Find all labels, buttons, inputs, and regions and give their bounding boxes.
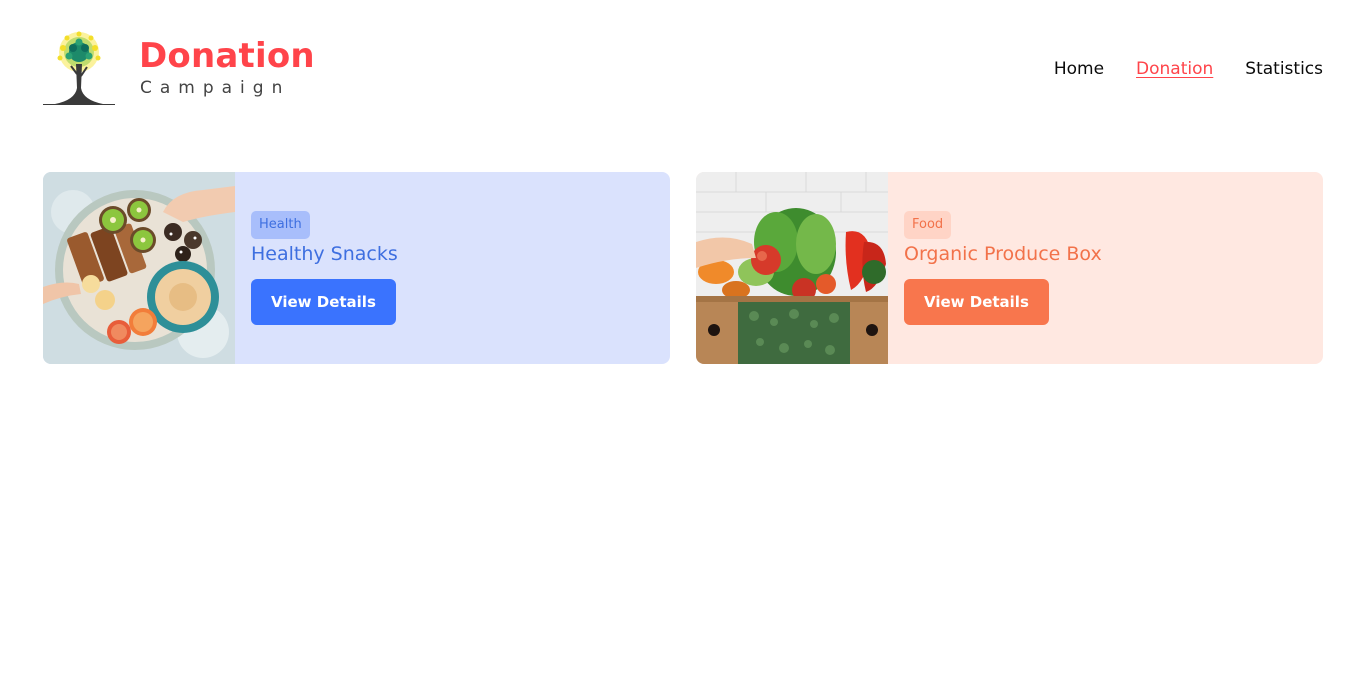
brand-logo-text[interactable]: Donation Campaign (139, 36, 315, 98)
site-header: Donation Campaign Home Donation Statisti… (43, 30, 1323, 106)
donation-card: Food Organic Produce Box View Details (696, 172, 1323, 364)
organic-produce-box-photo (696, 172, 888, 364)
brand-subtitle: Campaign (140, 78, 291, 98)
view-details-button[interactable]: View Details (904, 279, 1049, 325)
view-details-button[interactable]: View Details (251, 279, 396, 325)
donation-list: Health Healthy Snacks View Details Food … (43, 172, 1323, 364)
brand-title: Donation (139, 36, 315, 76)
nav-donation-link[interactable]: Donation (1136, 58, 1213, 80)
nav-home-link[interactable]: Home (1054, 58, 1104, 80)
tree-logo-icon[interactable] (43, 30, 115, 106)
healthy-snacks-photo (43, 172, 235, 364)
main-nav: Home Donation Statistics (1054, 58, 1323, 80)
donation-title: Organic Produce Box (904, 243, 1102, 265)
nav-statistics-link[interactable]: Statistics (1245, 58, 1323, 80)
donation-title: Healthy Snacks (251, 243, 398, 265)
donation-card-body: Food Organic Produce Box View Details (888, 172, 1102, 364)
category-badge: Health (251, 211, 310, 239)
donation-card-body: Health Healthy Snacks View Details (235, 172, 398, 364)
donation-card: Health Healthy Snacks View Details (43, 172, 670, 364)
category-badge: Food (904, 211, 952, 239)
